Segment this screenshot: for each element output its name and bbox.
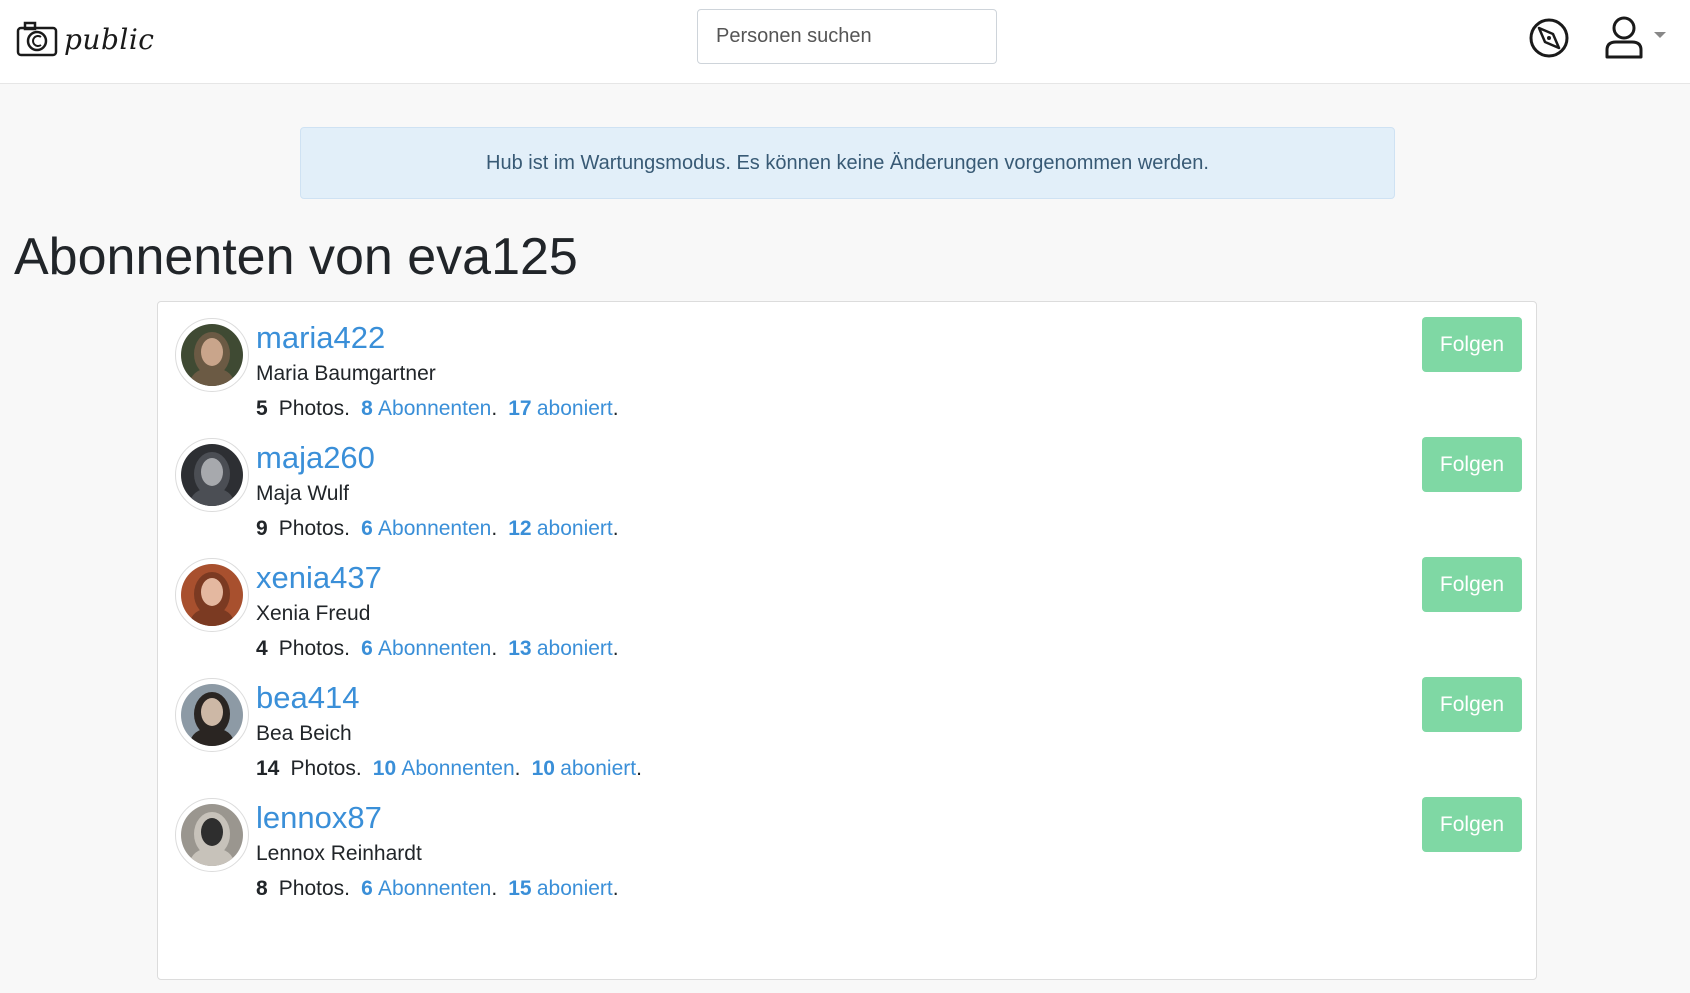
following-link[interactable]: 17 aboniert	[508, 397, 613, 420]
username-link[interactable]: bea414	[256, 678, 359, 718]
caret-down-icon[interactable]	[1653, 30, 1667, 40]
following-link[interactable]: 15 aboniert	[508, 877, 613, 900]
user-icon[interactable]	[1604, 15, 1644, 59]
photos-label: Photos.	[278, 637, 350, 660]
follow-button[interactable]: Folgen	[1422, 557, 1522, 612]
maintenance-alert: Hub ist im Wartungsmodus. Es können kein…	[300, 127, 1395, 199]
user-stats: 9 Photos. 6 Abonnenten. 12 aboniert.	[256, 517, 619, 540]
full-name: Maja Wulf	[256, 482, 349, 505]
username-link[interactable]: lennox87	[256, 798, 382, 838]
avatar-photo	[181, 444, 243, 506]
following-link[interactable]: 10 aboniert	[532, 757, 637, 780]
navbar: public	[0, 0, 1690, 84]
following-link[interactable]: 13 aboniert	[508, 637, 613, 660]
full-name: Xenia Freud	[256, 602, 371, 625]
alert-message: Hub ist im Wartungsmodus. Es können kein…	[486, 151, 1209, 174]
photos-count: 5	[256, 397, 268, 420]
brand-logo[interactable]: public	[16, 16, 154, 62]
list-item: maja260 Maja Wulf 9 Photos. 6 Abonnenten.…	[158, 422, 1536, 552]
following-link[interactable]: 12 aboniert	[508, 517, 613, 540]
avatar-photo	[181, 684, 243, 746]
username-link[interactable]: xenia437	[256, 558, 382, 598]
user-stats: 4 Photos. 6 Abonnenten. 13 aboniert.	[256, 637, 619, 660]
followers-link[interactable]: 10 Abonnenten	[373, 757, 515, 780]
list-item: xenia437 Xenia Freud 4 Photos. 6 Abonnent…	[158, 542, 1536, 672]
avatar[interactable]	[175, 318, 249, 392]
username-link[interactable]: maria422	[256, 318, 385, 358]
user-stats: 8 Photos. 6 Abonnenten. 15 aboniert.	[256, 877, 619, 900]
photos-count: 4	[256, 637, 268, 660]
avatar[interactable]	[175, 438, 249, 512]
photos-label: Photos.	[290, 757, 362, 780]
photos-label: Photos.	[278, 397, 350, 420]
search-input[interactable]	[697, 9, 997, 64]
follow-button[interactable]: Folgen	[1422, 677, 1522, 732]
avatar-photo	[181, 804, 243, 866]
user-stats: 5 Photos. 8 Abonnenten. 17 aboniert.	[256, 397, 619, 420]
full-name: Maria Baumgartner	[256, 362, 436, 385]
follow-button[interactable]: Folgen	[1422, 797, 1522, 852]
photos-count: 8	[256, 877, 268, 900]
follow-button[interactable]: Folgen	[1422, 437, 1522, 492]
photos-count: 14	[256, 757, 280, 780]
followers-link[interactable]: 6 Abonnenten	[361, 877, 491, 900]
follow-button[interactable]: Folgen	[1422, 317, 1522, 372]
avatar-photo	[181, 564, 243, 626]
camera-icon	[16, 21, 58, 57]
avatar-photo	[181, 324, 243, 386]
avatar[interactable]	[175, 558, 249, 632]
page-title: Abonnenten von eva125	[14, 228, 578, 286]
followers-list: maria422 Maria Baumgartner 5 Photos. 8 Ab…	[157, 301, 1537, 980]
full-name: Bea Beich	[256, 722, 352, 745]
compass-icon[interactable]	[1528, 17, 1570, 59]
full-name: Lennox Reinhardt	[256, 842, 422, 865]
brand-text: public	[64, 22, 155, 56]
avatar[interactable]	[175, 678, 249, 752]
user-stats: 14 Photos. 10 Abonnenten. 10 aboniert.	[256, 757, 642, 780]
followers-link[interactable]: 6 Abonnenten	[361, 517, 491, 540]
photos-count: 9	[256, 517, 268, 540]
photos-label: Photos.	[278, 517, 350, 540]
list-item: lennox87 Lennox Reinhardt 8 Photos. 6 Abo…	[158, 782, 1536, 912]
list-item: maria422 Maria Baumgartner 5 Photos. 8 Ab…	[158, 302, 1536, 432]
list-item: bea414 Bea Beich 14 Photos. 10 Abonnenten…	[158, 662, 1536, 792]
followers-link[interactable]: 6 Abonnenten	[361, 637, 491, 660]
followers-link[interactable]: 8 Abonnenten	[361, 397, 491, 420]
photos-label: Photos.	[278, 877, 350, 900]
username-link[interactable]: maja260	[256, 438, 375, 478]
avatar[interactable]	[175, 798, 249, 872]
